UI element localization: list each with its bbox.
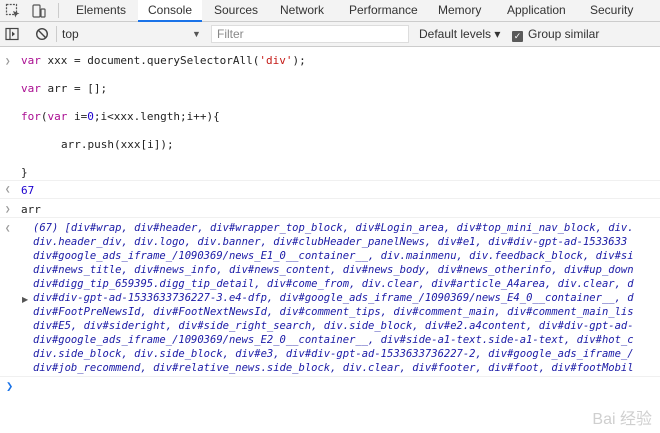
watermark-logo: Bai 经验: [592, 411, 652, 428]
array-output-line[interactable]: div#div-gpt-ad-1533633736227-3.e4-dfp, d…: [33, 292, 634, 304]
result-arrow-icon: ❮: [5, 224, 11, 234]
result-arrow-icon: ❮: [5, 185, 11, 195]
array-output-line[interactable]: div#google_ads_iframe_/1090369/news_E2_0…: [33, 334, 634, 346]
console-output: ❯ var xxx = document.querySelectorAll('d…: [0, 47, 660, 433]
tab-application[interactable]: Application: [507, 0, 585, 22]
code-line: arr.push(xxx[i]);: [61, 138, 174, 151]
array-output-line[interactable]: div#FootPreNewsId, div#FootNextNewsId, d…: [33, 306, 634, 318]
checkbox-checked-icon[interactable]: ✓: [512, 31, 523, 42]
code-line: for(var i=0;i<xxx.length;i++){: [21, 110, 220, 123]
inspect-element-icon[interactable]: [5, 3, 21, 19]
sidebar-toggle-icon[interactable]: [5, 27, 19, 41]
code-text: arr = [];: [40, 82, 108, 95]
array-output-line[interactable]: div.header_div, div.logo, div.banner, di…: [33, 236, 627, 248]
context-value: top: [62, 27, 79, 41]
console-toolbar: top ▼ Default levels ▾ ✓ Group similar: [0, 22, 660, 47]
tab-elements[interactable]: Elements: [76, 0, 134, 22]
device-toolbar-icon[interactable]: [31, 3, 47, 19]
divider: [0, 198, 660, 199]
code-line: var arr = [];: [21, 82, 107, 95]
clear-console-icon[interactable]: [35, 27, 49, 41]
default-levels-dropdown[interactable]: Default levels ▾: [419, 25, 500, 43]
string-literal: 'div': [259, 54, 293, 67]
devtools-tabbar: Elements Console Sources Network Perform…: [0, 0, 660, 22]
array-output-line[interactable]: (67) [div#wrap, div#header, div#wrapper_…: [33, 222, 634, 234]
input-expression: arr: [21, 203, 41, 216]
filter-box[interactable]: [211, 25, 409, 43]
array-output-line[interactable]: div#E5, div#sideright, div#side_right_se…: [33, 320, 634, 332]
tab-security[interactable]: Security: [590, 0, 660, 22]
result-value: 67: [21, 184, 35, 197]
input-prompt-icon: ❯: [5, 205, 11, 215]
keyword: for: [21, 110, 41, 123]
tab-divider: [58, 3, 59, 18]
context-selector[interactable]: top ▼: [62, 25, 202, 43]
divider: [0, 217, 660, 218]
divider: [0, 376, 660, 377]
code-line: var xxx = document.querySelectorAll('div…: [21, 54, 306, 67]
divider: [0, 180, 660, 181]
array-output-line[interactable]: div#news_title, div#news_info, div#news_…: [33, 264, 634, 276]
chevron-down-icon: ▼: [192, 29, 201, 39]
group-similar-toggle[interactable]: ✓ Group similar: [512, 25, 599, 43]
tab-sources[interactable]: Sources: [214, 0, 272, 22]
toolbar-divider: [56, 26, 57, 42]
filter-input[interactable]: [212, 26, 407, 41]
array-output-line[interactable]: div#job_recommend, div#relative_news.sid…: [33, 362, 634, 374]
tab-console[interactable]: Console: [138, 0, 202, 22]
tab-performance[interactable]: Performance: [349, 0, 429, 22]
code-text: xxx = document.querySelectorAll(: [40, 54, 260, 67]
number-literal: 0: [87, 110, 94, 123]
keyword: var: [21, 54, 41, 67]
keyword: var: [47, 110, 68, 123]
array-output-line[interactable]: div#digg_tip_659395.digg_tip_detail, div…: [33, 278, 634, 290]
array-output-line[interactable]: div#google_ads_iframe_/1090369/news_E1_0…: [33, 250, 634, 262]
array-output-line[interactable]: div.side_block, div.side_block, div#e3, …: [33, 348, 634, 360]
group-similar-label: Group similar: [528, 27, 600, 41]
code-text: i=: [67, 110, 88, 123]
code-text: ;i<xxx.length;i++){: [93, 110, 220, 123]
code-line: }: [21, 166, 28, 179]
code-text: );: [292, 54, 306, 67]
tab-network[interactable]: Network: [280, 0, 338, 22]
tab-memory[interactable]: Memory: [438, 0, 496, 22]
code-text: (: [40, 110, 48, 123]
keyword: var: [21, 82, 41, 95]
input-prompt-icon: ❯: [5, 57, 11, 67]
expand-triangle-icon[interactable]: ▶: [22, 295, 28, 304]
console-prompt-icon[interactable]: ❯: [6, 379, 13, 393]
